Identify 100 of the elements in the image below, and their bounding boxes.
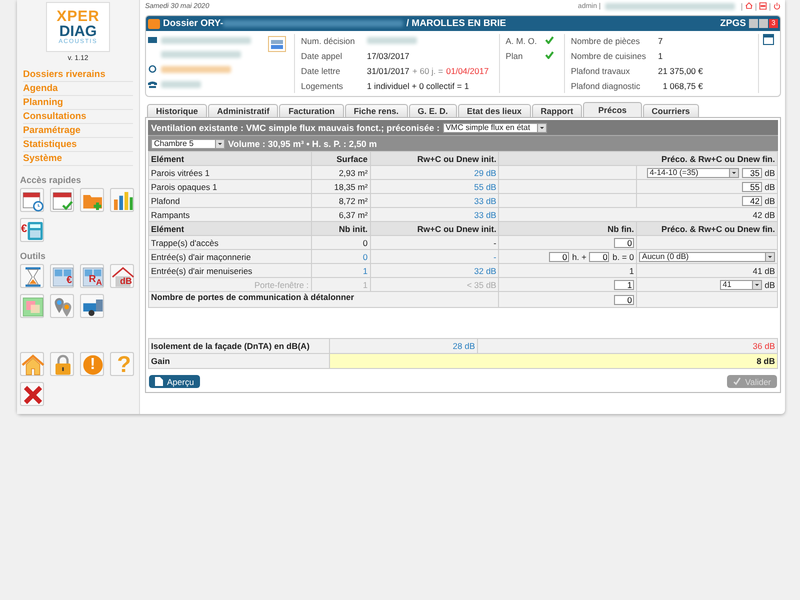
table-cell: 28 dB (330, 338, 478, 354)
table-cell: 0 (311, 250, 370, 264)
document-icon (155, 377, 163, 386)
number-field[interactable]: 0 (549, 252, 570, 262)
table-cell: Rampants (148, 208, 312, 222)
field-label: Nombre de pièces (570, 36, 641, 46)
table-cell: Nombre de portes de communication à détalonner (148, 292, 499, 308)
zone-label: ZPGS (720, 18, 746, 29)
dropdown[interactable]: Chambre 5 (151, 138, 225, 148)
column-header: Elément (148, 222, 312, 236)
unit-label: dB (764, 168, 775, 178)
column-header: Rw+C ou Dnew init. (370, 222, 499, 236)
separator: | (740, 2, 743, 10)
caret-icon (536, 124, 546, 132)
column-header: Surface (311, 152, 370, 166)
tab[interactable]: Courriers (642, 104, 699, 117)
table-cell: 18,35 m² (311, 180, 370, 194)
number-field[interactable]: 0 (614, 238, 634, 248)
column-header: Nb fin. (498, 222, 636, 236)
map-pins-icon[interactable] (50, 294, 74, 318)
table-cell: - (370, 236, 499, 250)
table-cell: 33 dB (370, 208, 499, 222)
calculator-icon[interactable]: € (20, 218, 44, 242)
tab[interactable]: Rapport (532, 104, 582, 117)
home-icon[interactable] (20, 352, 44, 376)
table-cell: 32 dB (370, 264, 499, 278)
unit-label: dB (764, 280, 775, 290)
tab[interactable]: Facturation (279, 104, 344, 117)
number-field[interactable]: 42 (742, 196, 762, 206)
close-icon[interactable] (20, 382, 44, 406)
table-cell: 6,37 m² (311, 208, 370, 222)
tab[interactable]: Fiche rens. (344, 104, 408, 117)
blurred-text (161, 80, 201, 88)
caret-icon (765, 252, 774, 261)
dropdown[interactable]: 41 (720, 280, 762, 290)
caret-icon (215, 140, 224, 148)
folder-plus-icon[interactable] (80, 188, 104, 212)
bar-chart-icon[interactable] (110, 188, 134, 212)
number-field[interactable]: 1 (614, 280, 634, 290)
table-cell: 1 (311, 278, 370, 292)
table-cell: Isolement de la façade (DnTA) en dB(A) (148, 338, 330, 354)
table-cell: 0 (311, 236, 370, 250)
number-field[interactable]: 0 (589, 252, 610, 262)
printer-icon[interactable] (758, 2, 767, 10)
preview-button[interactable]: Aperçu (149, 375, 200, 388)
checkmark-icon (733, 377, 742, 386)
hourglass-icon[interactable] (20, 264, 44, 288)
caret-icon (728, 168, 738, 177)
number-field[interactable]: 0 (614, 294, 634, 304)
calendar-check-icon[interactable] (50, 188, 74, 212)
truck-icon[interactable] (80, 294, 104, 318)
table-cell: Porte-fenêtre : (148, 278, 312, 292)
tab[interactable]: Historique (147, 104, 208, 117)
table-cell: 2,93 m² (311, 166, 370, 180)
lock-icon[interactable] (50, 352, 74, 376)
tab[interactable]: G. E. D. (408, 104, 457, 117)
blurred-text (161, 66, 231, 72)
tab[interactable]: Précos (583, 102, 642, 117)
caret-icon (752, 280, 761, 289)
tab[interactable]: Administratif (208, 104, 278, 117)
table-cell: Plafond (148, 194, 312, 208)
table-cell: Trappe(s) d'accès (148, 236, 312, 250)
table-cell: 1 (498, 264, 636, 278)
delay-label: + 60 j. = (412, 66, 444, 76)
unit-label: h. + (572, 252, 586, 262)
window-icon[interactable]: € (50, 264, 74, 288)
table-cell: 8 dB (330, 354, 778, 368)
dossier-city: / MAROLLES EN BRIE (406, 18, 506, 29)
tab[interactable]: Etat des lieux (458, 104, 531, 117)
dropdown[interactable]: VMC simple flux en état (442, 122, 547, 132)
blurred-text (366, 37, 417, 44)
table-cell: Entrée(s) d'air maçonnerie (148, 250, 312, 264)
table-cell: Entrée(s) d'air menuiseries (148, 264, 312, 278)
power-icon[interactable] (773, 2, 781, 10)
table-cell: 29 dB (370, 166, 499, 180)
calendar-icon[interactable] (763, 34, 774, 45)
table-cell: 33 dB (370, 194, 499, 208)
number-field[interactable]: 35 (742, 168, 762, 178)
dropdown[interactable]: 4-14-10 (=35) (646, 168, 739, 178)
field-value: 7 (658, 36, 664, 46)
table-cell: - (370, 250, 499, 264)
calendar-clock-icon[interactable] (20, 188, 44, 212)
dropdown[interactable]: Aucun (0 dB) (639, 252, 775, 262)
room-details: Volume : 30,95 m³ • H. s. P. : 2,50 m (228, 138, 377, 148)
field-value: 31/01/2017 (366, 66, 410, 76)
window-icon[interactable]: R$_{A}$ (80, 264, 104, 288)
unit-label: dB (764, 182, 775, 192)
home-icon[interactable] (744, 2, 753, 10)
unit-label: b. = 0 (612, 252, 634, 262)
column-header: Préco. & Rw+C ou Dnew fin. (498, 152, 778, 166)
table-cell: Parois vitrées 1 (148, 166, 312, 180)
folder-icon (148, 18, 160, 28)
dossier-title: Dossier ORY- (163, 18, 224, 29)
table-cell: Parois opaques 1 (148, 180, 312, 194)
column-header: Elément (148, 152, 312, 166)
separator: | (754, 2, 757, 10)
table-cell: 55 dB (370, 180, 499, 194)
table-cell: 36 dB (478, 338, 778, 354)
number-field[interactable]: 55 (742, 182, 762, 192)
field-label: Nombre de cuisines (570, 51, 646, 61)
